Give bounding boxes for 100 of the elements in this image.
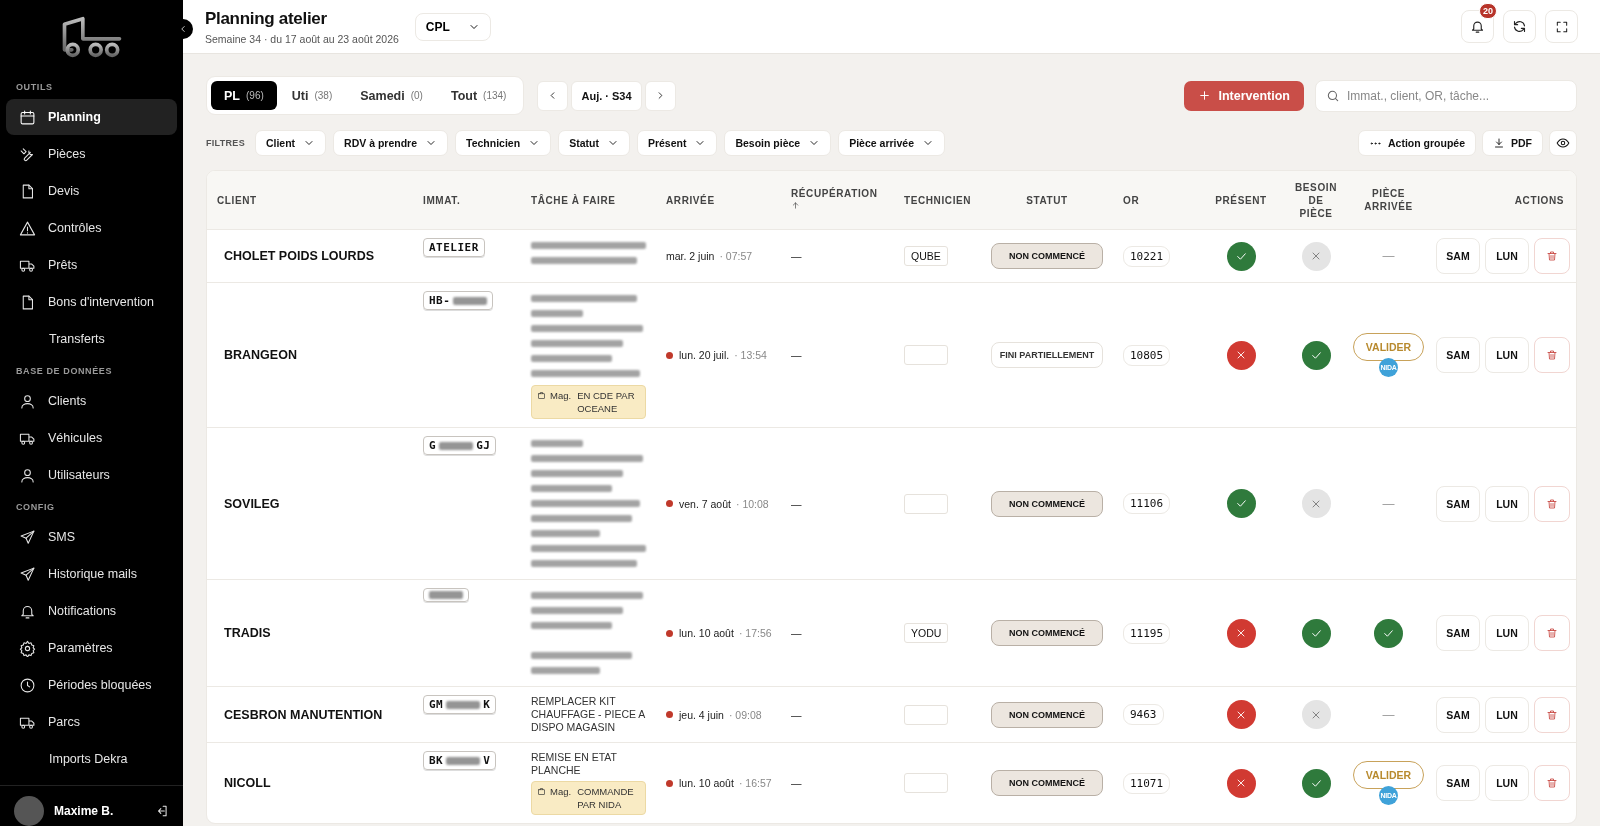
delete-button[interactable] [1534, 696, 1570, 733]
sidebar-item[interactable]: Utilisateurs [6, 457, 177, 493]
filter-dropdown[interactable]: Pièce arrivée [838, 130, 945, 156]
reschedule-button[interactable]: SAM [1436, 337, 1480, 373]
sidebar-item[interactable]: SMS [6, 519, 177, 555]
refresh-button[interactable] [1503, 10, 1536, 43]
filter-dropdown[interactable]: RDV à prendre [333, 130, 449, 156]
sidebar-item[interactable]: Prêts [6, 247, 177, 283]
status-button[interactable]: NON COMMENCÉ [991, 701, 1103, 728]
reschedule-button[interactable]: LUN [1485, 337, 1529, 373]
reschedule-button[interactable]: SAM [1436, 238, 1480, 274]
fullscreen-button[interactable] [1545, 10, 1578, 43]
delete-button[interactable] [1534, 615, 1570, 651]
filter-dropdown[interactable]: Statut [558, 130, 630, 156]
column-header[interactable]: CLIENT [207, 193, 413, 207]
technician-field[interactable]: YODU [904, 623, 948, 643]
reschedule-button[interactable]: SAM [1436, 615, 1480, 651]
sidebar-item[interactable]: Pièces [6, 136, 177, 172]
sidebar-item[interactable]: Bons d'intervention [6, 284, 177, 320]
column-header[interactable]: BESOIN DE PIÈCE [1281, 180, 1351, 220]
check-icon[interactable] [1301, 618, 1331, 648]
reschedule-button[interactable]: SAM [1436, 696, 1480, 733]
sidebar-item[interactable]: Historique mails [6, 556, 177, 592]
check-icon[interactable] [1301, 340, 1331, 370]
delete-button[interactable] [1534, 485, 1570, 522]
filter-dropdown[interactable]: Présent [636, 130, 718, 156]
site-select[interactable]: CPL [414, 12, 491, 41]
sidebar-item[interactable]: Véhicules [6, 420, 177, 456]
sidebar-item[interactable]: Clients [6, 383, 177, 419]
reschedule-button[interactable]: SAM [1436, 485, 1480, 522]
technician-field[interactable] [904, 773, 948, 793]
check-icon[interactable] [1226, 489, 1256, 518]
filter-dropdown[interactable]: Client [254, 130, 327, 156]
column-header[interactable]: PRÉSENT [1201, 193, 1281, 207]
sidebar-item[interactable]: Planning [6, 99, 177, 135]
reschedule-button[interactable]: LUN [1485, 238, 1529, 274]
reschedule-button[interactable]: LUN [1485, 615, 1529, 651]
technician-field[interactable] [904, 345, 948, 365]
reschedule-button[interactable]: LUN [1485, 765, 1529, 801]
reschedule-button[interactable]: LUN [1485, 485, 1529, 522]
column-header[interactable]: TECHNICIEN [894, 193, 981, 207]
column-header[interactable]: TÂCHE À FAIRE [521, 193, 656, 207]
search-field[interactable]: Immat., client, OR, tâche... [1315, 79, 1577, 112]
sidebar-item[interactable]: Transferts [6, 321, 177, 357]
sidebar-item[interactable]: Imports Dekra [6, 741, 177, 777]
sidebar-item[interactable]: Paramètres [6, 630, 177, 666]
check-icon[interactable] [1301, 768, 1331, 798]
column-header[interactable]: STATUT [981, 193, 1113, 207]
sidebar-item[interactable]: Notifications [6, 593, 177, 629]
arrival-date: lun. 20 juil. [679, 349, 730, 361]
pdf-button[interactable]: PDF [1482, 130, 1543, 156]
sidebar-item[interactable]: Parcs [6, 704, 177, 740]
tab[interactable]: Tout (134) [437, 81, 520, 110]
previous-week-button[interactable] [537, 80, 569, 111]
delete-button[interactable] [1534, 337, 1570, 373]
settings-icon [19, 639, 36, 657]
filter-dropdown[interactable]: Besoin pièce [724, 130, 832, 156]
technician-field[interactable] [904, 704, 948, 725]
technician-field[interactable]: QUBE [904, 246, 948, 266]
tab[interactable]: PL (96) [211, 81, 277, 110]
tab[interactable]: Samedi (0) [347, 81, 436, 110]
technician-field[interactable] [904, 493, 948, 514]
delete-button[interactable] [1534, 238, 1570, 274]
column-header[interactable]: RÉCUPÉRATION [781, 187, 894, 213]
reschedule-button[interactable]: SAM [1436, 765, 1480, 801]
cross-icon[interactable] [1226, 340, 1256, 370]
sidebar-item[interactable]: Périodes bloquées [6, 667, 177, 703]
status-button[interactable]: NON COMMENCÉ [991, 490, 1103, 517]
notifications-button[interactable] [1461, 10, 1494, 43]
column-header[interactable]: OR [1113, 193, 1201, 207]
plus-icon [1198, 89, 1212, 102]
plate-text: G [429, 439, 437, 452]
tab[interactable]: Uti (38) [278, 81, 346, 110]
cross-icon[interactable] [1226, 768, 1256, 798]
redacted-text [446, 700, 481, 709]
column-header[interactable]: PIÈCE ARRIVÉE [1351, 187, 1426, 213]
arrival-time: · 09:08 [728, 708, 762, 721]
visibility-button[interactable] [1549, 130, 1577, 156]
sidebar-item[interactable]: Contrôles [6, 210, 177, 246]
cross-icon[interactable] [1226, 618, 1256, 648]
column-header[interactable]: ARRIVÉE [656, 193, 781, 207]
column-header[interactable]: IMMAT. [413, 193, 521, 207]
today-button[interactable]: Auj. · S34 [571, 80, 642, 111]
column-header[interactable]: ACTIONS [1426, 193, 1576, 207]
delete-button[interactable] [1534, 765, 1570, 801]
status-button[interactable]: NON COMMENCÉ [991, 243, 1103, 269]
repair-order-number: 10805 [1123, 344, 1171, 366]
cross-icon[interactable] [1226, 700, 1256, 729]
check-icon[interactable] [1226, 241, 1256, 271]
group-action-button[interactable]: Action groupée [1358, 130, 1476, 156]
reschedule-button[interactable]: LUN [1485, 696, 1529, 733]
pickup-date: — [790, 626, 803, 641]
next-week-button[interactable] [644, 80, 676, 111]
status-button[interactable]: NON COMMENCÉ [991, 620, 1103, 646]
trash-icon [1546, 627, 1558, 639]
status-button[interactable]: FINI PARTIELLEMENT [991, 342, 1103, 368]
filter-dropdown[interactable]: Technicien [455, 130, 552, 156]
new-intervention-button[interactable]: Intervention [1184, 80, 1304, 111]
status-button[interactable]: NON COMMENCÉ [991, 770, 1103, 796]
sidebar-item[interactable]: Devis [6, 173, 177, 209]
